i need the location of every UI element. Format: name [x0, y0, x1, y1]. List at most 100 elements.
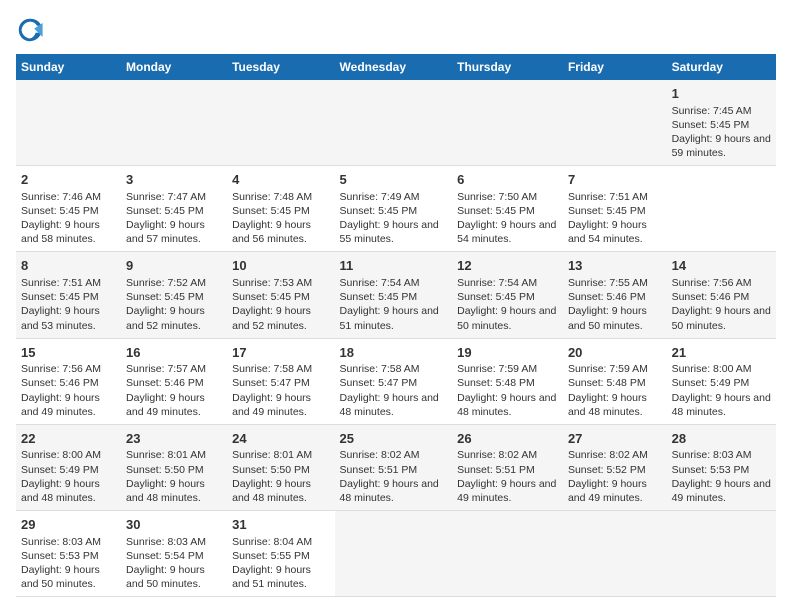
sunrise: Sunrise: 7:51 AM [568, 191, 648, 203]
calendar-cell: 14Sunrise: 7:56 AMSunset: 5:46 PMDayligh… [667, 252, 776, 338]
day-number: 18 [340, 344, 448, 362]
daylight: Daylight: 9 hours and 49 minutes. [21, 392, 100, 418]
sunset: Sunset: 5:54 PM [126, 550, 204, 562]
sunset: Sunset: 5:50 PM [126, 464, 204, 476]
day-number: 22 [21, 430, 116, 448]
sunset: Sunset: 5:50 PM [232, 464, 310, 476]
sunset: Sunset: 5:45 PM [232, 291, 310, 303]
logo [16, 16, 50, 44]
calendar-cell: 28Sunrise: 8:03 AMSunset: 5:53 PMDayligh… [667, 424, 776, 510]
calendar-cell: 4 Sunrise: 7:48 AM Sunset: 5:45 PM Daylight… [227, 166, 334, 252]
sunset: Sunset: 5:51 PM [340, 464, 418, 476]
day-number: 2 [21, 171, 116, 189]
empty-cell [452, 80, 563, 166]
daylight: Daylight: 9 hours and 58 minutes. [21, 219, 100, 245]
day-number: 23 [126, 430, 222, 448]
sunrise: Sunrise: 7:51 AM [21, 277, 101, 289]
header-row: SundayMondayTuesdayWednesdayThursdayFrid… [16, 54, 776, 80]
daylight: Daylight: 9 hours and 48 minutes. [232, 478, 311, 504]
calendar-cell: 9Sunrise: 7:52 AMSunset: 5:45 PMDaylight… [121, 252, 227, 338]
page-container: SundayMondayTuesdayWednesdayThursdayFrid… [0, 0, 792, 607]
day-number: 27 [568, 430, 662, 448]
calendar-cell: 20Sunrise: 7:59 AMSunset: 5:48 PMDayligh… [563, 338, 667, 424]
sunrise: Sunrise: 8:02 AM [457, 449, 537, 461]
calendar-cell: 22Sunrise: 8:00 AMSunset: 5:49 PMDayligh… [16, 424, 121, 510]
day-number: 15 [21, 344, 116, 362]
sunrise: Sunrise: 7:45 AM [672, 105, 752, 117]
empty-cell [121, 80, 227, 166]
day-number: 20 [568, 344, 662, 362]
sunset: Sunset: 5:45 PM [126, 205, 204, 217]
daylight: Daylight: 9 hours and 52 minutes. [126, 305, 205, 331]
calendar-cell: 15Sunrise: 7:56 AMSunset: 5:46 PMDayligh… [16, 338, 121, 424]
calendar-cell: 26Sunrise: 8:02 AMSunset: 5:51 PMDayligh… [452, 424, 563, 510]
daylight: Daylight: 9 hours and 52 minutes. [232, 305, 311, 331]
daylight: Daylight: 9 hours and 53 minutes. [21, 305, 100, 331]
sunrise: Sunrise: 7:55 AM [568, 277, 648, 289]
sunrise: Sunrise: 8:00 AM [672, 363, 752, 375]
calendar-cell: 8Sunrise: 7:51 AMSunset: 5:45 PMDaylight… [16, 252, 121, 338]
day-number: 28 [672, 430, 771, 448]
sunrise: Sunrise: 7:48 AM [232, 191, 312, 203]
day-number: 16 [126, 344, 222, 362]
sunrise: Sunrise: 8:01 AM [126, 449, 206, 461]
calendar-cell: 11Sunrise: 7:54 AMSunset: 5:45 PMDayligh… [335, 252, 453, 338]
daylight: Daylight: 9 hours and 50 minutes. [21, 564, 100, 590]
sunrise: Sunrise: 7:46 AM [21, 191, 101, 203]
daylight: Daylight: 9 hours and 56 minutes. [232, 219, 311, 245]
day-number: 25 [340, 430, 448, 448]
weekday-header: Wednesday [335, 54, 453, 80]
sunrise: Sunrise: 8:02 AM [568, 449, 648, 461]
calendar-cell: 21Sunrise: 8:00 AMSunset: 5:49 PMDayligh… [667, 338, 776, 424]
sunrise: Sunrise: 7:47 AM [126, 191, 206, 203]
empty-cell [335, 80, 453, 166]
header [16, 16, 776, 44]
day-number: 4 [232, 171, 329, 189]
daylight: Daylight: 9 hours and 48 minutes. [21, 478, 100, 504]
calendar-week-row: 2 Sunrise: 7:46 AM Sunset: 5:45 PM Daylight… [16, 166, 776, 252]
daylight: Daylight: 9 hours and 48 minutes. [457, 392, 556, 418]
weekday-header: Monday [121, 54, 227, 80]
day-number: 3 [126, 171, 222, 189]
empty-cell [452, 511, 563, 597]
sunset: Sunset: 5:47 PM [340, 377, 418, 389]
weekday-header: Friday [563, 54, 667, 80]
empty-cell [16, 80, 121, 166]
sunset: Sunset: 5:45 PM [21, 205, 99, 217]
calendar-cell: 17Sunrise: 7:58 AMSunset: 5:47 PMDayligh… [227, 338, 334, 424]
sunset: Sunset: 5:48 PM [457, 377, 535, 389]
day-number: 8 [21, 257, 116, 275]
sunset: Sunset: 5:46 PM [568, 291, 646, 303]
daylight: Daylight: 9 hours and 54 minutes. [568, 219, 647, 245]
sunrise: Sunrise: 7:59 AM [457, 363, 537, 375]
day-number: 31 [232, 516, 329, 534]
sunrise: Sunrise: 7:50 AM [457, 191, 537, 203]
sunrise: Sunrise: 7:54 AM [457, 277, 537, 289]
calendar-cell: 6Sunrise: 7:50 AMSunset: 5:45 PMDaylight… [452, 166, 563, 252]
empty-cell [227, 80, 334, 166]
calendar-week-row: 1Sunrise: 7:45 AMSunset: 5:45 PMDaylight… [16, 80, 776, 166]
sunset: Sunset: 5:45 PM [340, 291, 418, 303]
sunset: Sunset: 5:55 PM [232, 550, 310, 562]
weekday-header: Tuesday [227, 54, 334, 80]
day-number: 17 [232, 344, 329, 362]
sunset: Sunset: 5:49 PM [672, 377, 750, 389]
sunset: Sunset: 5:45 PM [232, 205, 310, 217]
sunrise: Sunrise: 8:03 AM [21, 536, 101, 548]
sunset: Sunset: 5:53 PM [21, 550, 99, 562]
day-number: 14 [672, 257, 771, 275]
sunset: Sunset: 5:53 PM [672, 464, 750, 476]
sunset: Sunset: 5:52 PM [568, 464, 646, 476]
daylight: Daylight: 9 hours and 59 minutes. [672, 133, 771, 159]
daylight: Daylight: 9 hours and 49 minutes. [672, 478, 771, 504]
daylight: Daylight: 9 hours and 49 minutes. [457, 478, 556, 504]
calendar-cell: 25Sunrise: 8:02 AMSunset: 5:51 PMDayligh… [335, 424, 453, 510]
calendar-cell: 1Sunrise: 7:45 AMSunset: 5:45 PMDaylight… [667, 80, 776, 166]
empty-cell [563, 511, 667, 597]
calendar-week-row: 8 Sunrise: 7:51 AM Sunset: 5:45 PM Daylight… [16, 252, 776, 338]
day-number: 21 [672, 344, 771, 362]
day-number: 12 [457, 257, 558, 275]
daylight: Daylight: 9 hours and 48 minutes. [126, 478, 205, 504]
calendar-cell: 19Sunrise: 7:59 AMSunset: 5:48 PMDayligh… [452, 338, 563, 424]
day-number: 9 [126, 257, 222, 275]
